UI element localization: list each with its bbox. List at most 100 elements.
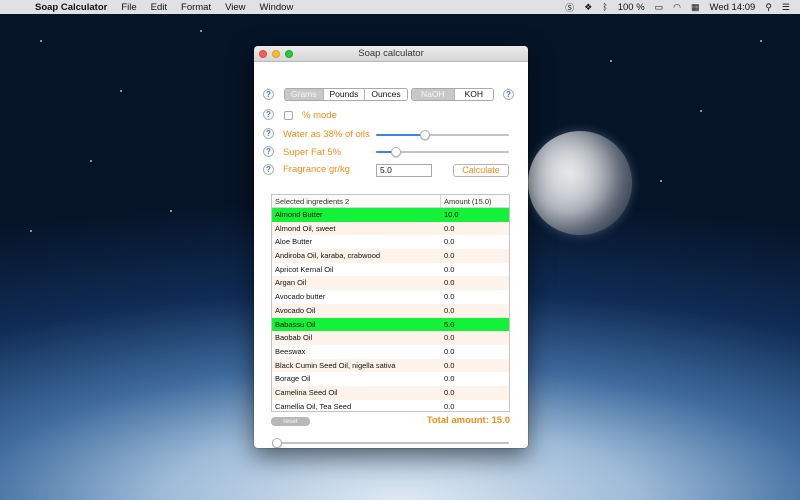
ingredient-name: Almond Oil, sweet [275,223,336,233]
help-water-icon[interactable]: ? [263,128,274,139]
table-row[interactable]: Borage Oil 0.0 [272,372,509,386]
menu-format[interactable]: Format [181,2,211,13]
unit-pounds[interactable]: Pounds [323,89,366,100]
ingredients-table: Selected ingredients 2 Amount (15.0) Alm… [271,194,510,412]
ingredient-amount[interactable]: 0.0 [441,345,509,359]
table-row[interactable]: Andiroba Oil, karaba, crabwood 0.0 [272,249,509,263]
menu-view[interactable]: View [225,2,245,13]
table-row[interactable]: Apricot Kernal Oil 0.0 [272,263,509,277]
table-row[interactable]: Black Cumin Seed Oil, nigella sativa 0.0 [272,358,509,373]
window-content: ? Grams Pounds Ounces NaOH KOH ? ? % mod… [254,62,528,448]
lye-selector: NaOH KOH [411,88,495,101]
menu-bar: Soap Calculator File Edit Format View Wi… [0,0,800,14]
ingredient-amount[interactable]: 0.0 [441,372,509,386]
table-row[interactable]: Almond Butter 10.0 [272,208,509,222]
ingredient-name: Almond Butter [275,210,323,219]
flag-icon[interactable]: ▦ [691,2,700,13]
help-lye-icon[interactable]: ? [503,89,514,100]
ingredient-name: Borage Oil [275,374,311,384]
ingredient-amount[interactable]: 0.0 [441,304,509,318]
soap-calculator-window: Soap calculator ? Grams Pounds Ounces Na… [254,46,528,448]
ingredient-amount[interactable]: 0.0 [441,359,509,373]
water-label: Water as 38% of oils [283,129,370,140]
ingredient-amount[interactable]: 0.0 [441,290,509,304]
superfat-slider-knob[interactable] [390,147,401,157]
bluetooth-icon[interactable]: ᛒ [602,2,607,12]
column-header-ingredients[interactable]: Selected ingredients 2 [272,195,441,207]
ingredient-amount[interactable]: 0.0 [441,249,509,263]
spotlight-search-icon[interactable]: ⚲ [765,2,772,13]
table-row[interactable]: Beeswax 0.0 [272,345,509,359]
table-row[interactable]: Aloe Butter 0.0 [272,235,509,249]
ingredient-name: Baobab Oil [275,333,313,343]
ingredient-amount[interactable]: 0.0 [441,400,509,411]
ingredient-name: Beeswax [275,346,306,356]
percent-mode-label: % mode [302,110,337,121]
fragrance-label: Fragrance gr/kg [283,164,351,175]
ingredient-amount[interactable]: 0.0 [441,235,509,249]
ingredient-name: Camellia Oil, Tea Seed [275,401,352,411]
lye-naoh[interactable]: NaOH [412,89,455,100]
calculate-button[interactable]: Calculate [453,164,509,177]
fragrance-input[interactable]: 5.0 [376,164,432,177]
ingredient-amount[interactable]: 0.0 [441,222,509,236]
lye-koh[interactable]: KOH [454,89,494,100]
skype-icon[interactable]: Ⓢ [565,1,574,14]
ingredient-amount[interactable]: 5.0 [441,318,509,332]
table-row[interactable]: Almond Oil, sweet 0.0 [272,221,509,236]
table-row[interactable]: Babassu Oil 5.0 [272,317,509,332]
dropbox-icon[interactable]: ❖ [584,2,592,13]
unit-grams[interactable]: Grams [285,89,324,100]
table-header: Selected ingredients 2 Amount (15.0) [272,195,509,208]
reset-button[interactable]: reset [271,417,310,426]
ingredient-amount[interactable]: 0.0 [441,331,509,345]
moon-image [528,131,632,235]
help-percent-mode-icon[interactable]: ? [263,109,274,120]
help-fragrance-icon[interactable]: ? [263,164,274,175]
ingredient-amount[interactable]: 10.0 [441,208,509,222]
table-row[interactable]: Avocado Oil 0.0 [272,303,509,318]
table-row[interactable]: Camelina Seed Oil 0.0 [272,385,509,400]
table-row[interactable]: Baobab Oil 0.0 [272,331,509,345]
ingredient-name: Black Cumin Seed Oil, nigella sativa [275,360,396,370]
ingredient-amount[interactable]: 0.0 [441,386,509,400]
app-menu[interactable]: Soap Calculator [35,2,107,13]
ingredient-name: Avocado Oil [275,305,316,315]
help-superfat-icon[interactable]: ? [263,146,274,157]
unit-selector: Grams Pounds Ounces [284,88,408,101]
column-header-amount[interactable]: Amount (15.0) [441,195,509,207]
wifi-icon[interactable]: ◠ [673,2,681,13]
ingredient-name: Aloe Butter [275,237,313,247]
battery-icon[interactable]: ▭ [655,2,664,13]
ingredient-name: Avocado butter [275,292,326,302]
bottom-slider[interactable] [272,438,509,448]
superfat-label: Super Fat 5% [283,147,342,158]
ingredient-amount[interactable]: 0.0 [441,276,509,290]
superfat-slider[interactable] [376,147,509,157]
ingredient-amount[interactable]: 0.0 [441,263,509,277]
menu-file[interactable]: File [121,2,136,13]
table-row[interactable]: Camellia Oil, Tea Seed 0.0 [272,400,509,411]
ingredient-name: Argan Oil [275,278,307,288]
total-amount: Total amount: 15.0 [426,415,510,426]
water-slider-fill [376,134,426,136]
ingredient-name: Babassu Oil [275,319,316,329]
ingredient-name: Andiroba Oil, karaba, crabwood [275,251,381,261]
bottom-slider-knob[interactable] [272,438,282,448]
unit-ounces[interactable]: Ounces [365,89,407,100]
table-row[interactable]: Avocado butter 0.0 [272,290,509,304]
ingredient-name: Apricot Kernal Oil [275,264,334,274]
water-slider[interactable] [376,130,509,140]
ingredient-name: Camelina Seed Oil [275,387,338,397]
percent-mode-checkbox[interactable] [284,111,293,120]
menu-edit[interactable]: Edit [151,2,167,13]
battery-percent: 100 % [617,1,645,13]
menu-window[interactable]: Window [260,2,294,13]
table-body: Almond Butter 10.0 Almond Oil, sweet 0.0 Alo… [272,208,509,411]
water-slider-knob[interactable] [420,130,431,140]
title-bar[interactable]: Soap calculator [254,46,528,62]
help-units-icon[interactable]: ? [263,89,274,100]
clock[interactable]: Wed 14:09 [710,2,756,13]
notification-center-icon[interactable]: ☰ [782,2,790,13]
table-row[interactable]: Argan Oil 0.0 [272,276,509,291]
